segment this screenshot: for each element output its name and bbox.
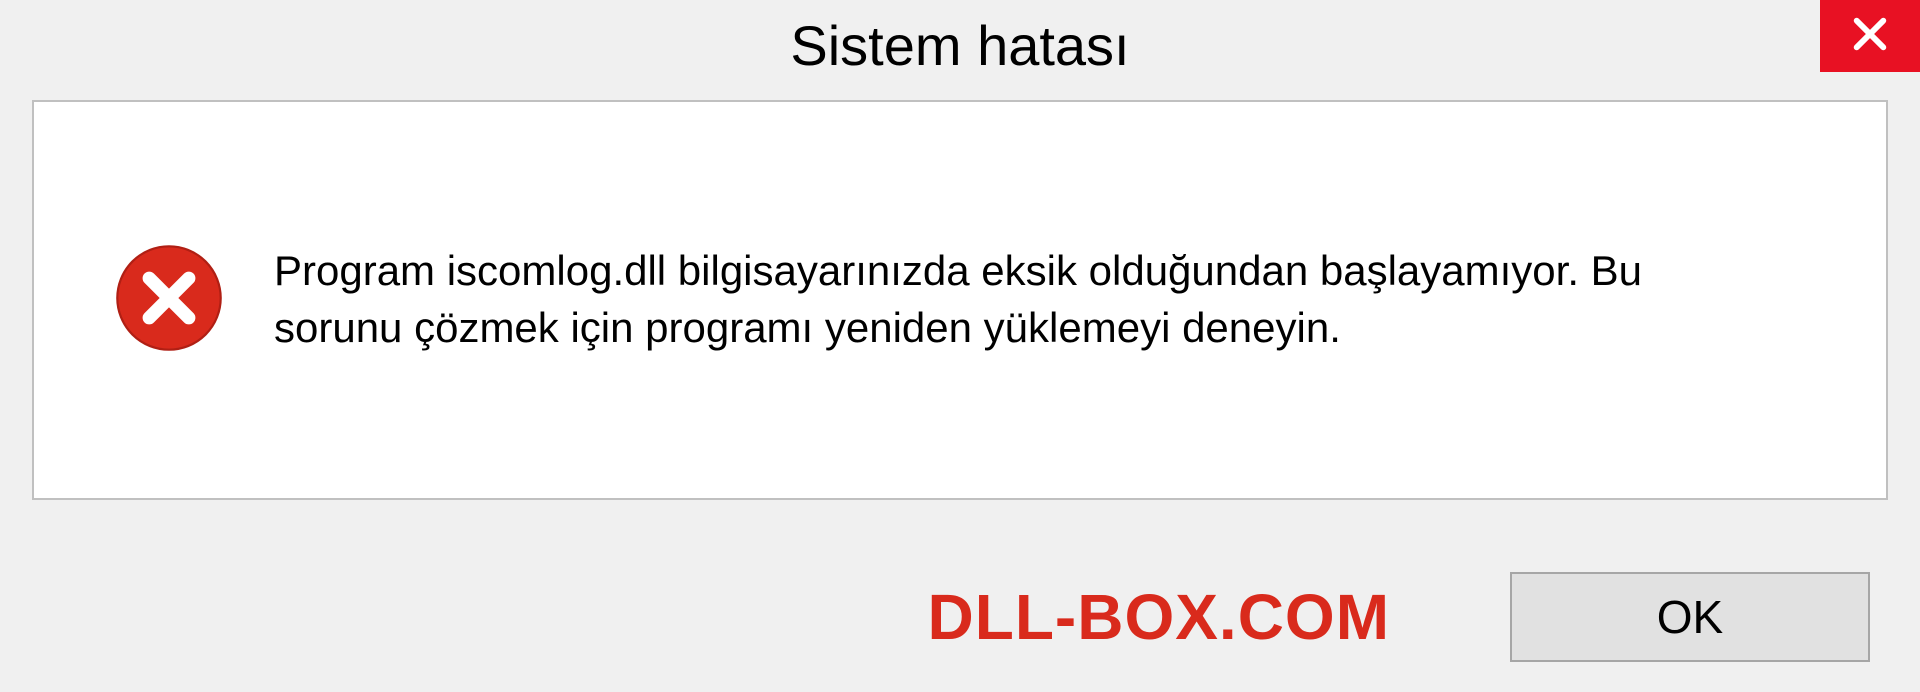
error-message: Program iscomlog.dll bilgisayarınızda ek…	[274, 243, 1774, 356]
titlebar: Sistem hatası	[0, 0, 1920, 90]
ok-button[interactable]: OK	[1510, 572, 1870, 662]
error-icon	[114, 243, 224, 358]
watermark-text: DLL-BOX.COM	[928, 580, 1391, 654]
close-icon	[1850, 14, 1890, 59]
dialog-footer: DLL-BOX.COM OK	[0, 572, 1920, 662]
close-button[interactable]	[1820, 0, 1920, 72]
dialog-content: Program iscomlog.dll bilgisayarınızda ek…	[32, 100, 1888, 500]
dialog-title: Sistem hatası	[790, 13, 1129, 78]
